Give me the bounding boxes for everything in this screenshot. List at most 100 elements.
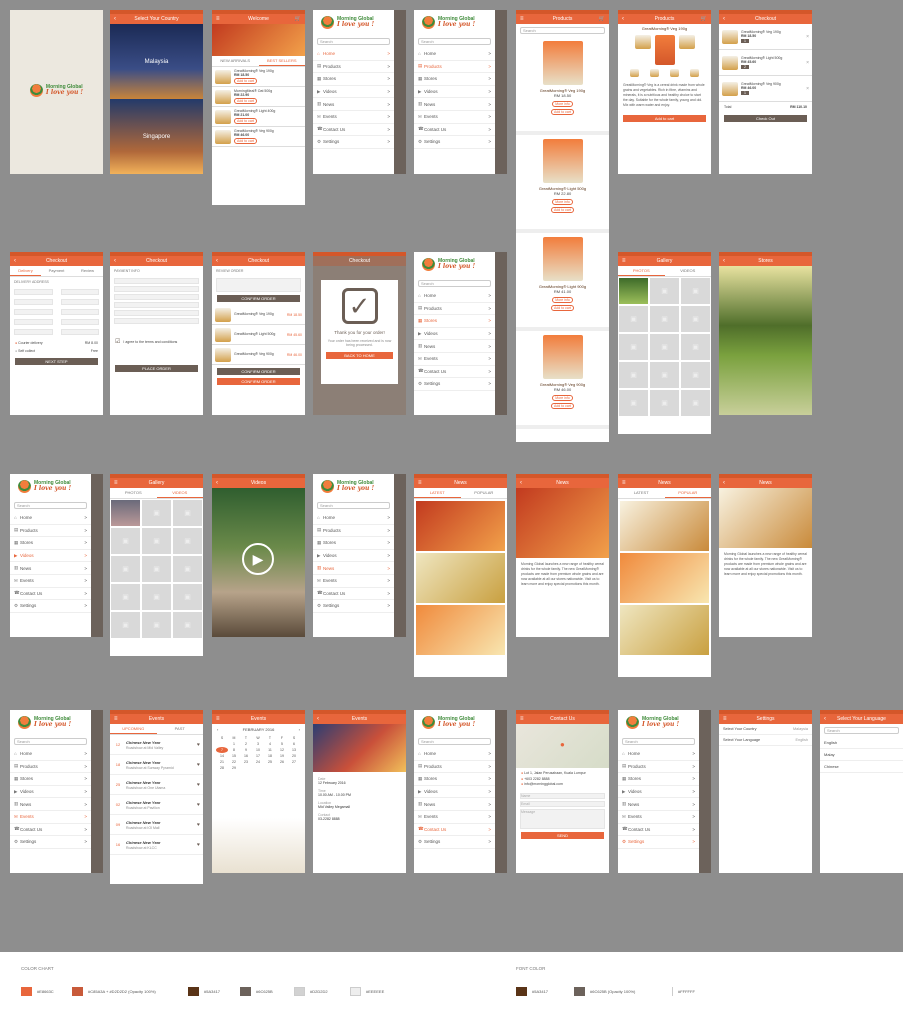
remove-icon[interactable]: × xyxy=(806,60,809,66)
message-field[interactable]: Message xyxy=(520,808,605,829)
event-row[interactable]: 09 Chinese New Year Roadshow at IOI Mall ♥ xyxy=(110,815,203,835)
card-field[interactable] xyxy=(114,278,199,284)
heart-icon[interactable]: ♥ xyxy=(197,802,200,808)
menu-item-settings[interactable]: ⚙ Settings > xyxy=(618,836,699,849)
video-frame[interactable]: ▶ xyxy=(212,488,305,637)
address-field[interactable] xyxy=(60,309,99,315)
gallery-tile[interactable]: ▣ xyxy=(172,583,203,611)
country-singapore[interactable]: Singapore xyxy=(110,99,203,174)
menu-item-stores[interactable]: ▦ Stores > xyxy=(414,773,495,786)
address-field[interactable] xyxy=(60,289,99,295)
name-field[interactable]: Name xyxy=(520,792,605,799)
menu-item-products[interactable]: ▤ Products > xyxy=(313,61,394,74)
content-shade[interactable] xyxy=(699,710,711,873)
step-review[interactable]: Review xyxy=(72,266,103,276)
event-row[interactable]: 25 Chinese New Year Roadshow at One Utama ♥ xyxy=(110,775,203,795)
search-input[interactable]: Search xyxy=(418,738,491,745)
gallery-tile[interactable]: ▣ xyxy=(172,499,203,527)
menu-icon[interactable]: ≡ xyxy=(418,480,422,486)
content-shade[interactable] xyxy=(91,474,103,637)
language-option[interactable]: English xyxy=(820,737,903,749)
search-input[interactable]: Search xyxy=(14,502,87,509)
menu-item-events[interactable]: ✉ Events > xyxy=(414,353,495,366)
add-to-cart-button[interactable]: Add to cart xyxy=(551,305,574,311)
card-field[interactable] xyxy=(114,318,199,324)
gallery-tile[interactable]: ▣ xyxy=(110,611,141,639)
settings-row[interactable]: Select Your Country Malaysia xyxy=(719,724,812,735)
search-input[interactable]: Search xyxy=(824,727,899,734)
menu-item-products[interactable]: ▤ Products > xyxy=(313,525,394,538)
menu-icon[interactable]: ≡ xyxy=(114,480,118,486)
menu-item-events[interactable]: ✉ Events > xyxy=(10,811,91,824)
menu-item-contact-us[interactable]: ☎ Contact Us > xyxy=(313,124,394,137)
menu-item-home[interactable]: ⌂ Home > xyxy=(10,512,91,525)
card-field[interactable] xyxy=(114,294,199,300)
tab-photos[interactable]: PHOTOS xyxy=(618,266,665,276)
tab-popular[interactable]: POPULAR xyxy=(664,488,711,498)
menu-item-contact-us[interactable]: ☎ Contact Us > xyxy=(618,824,699,837)
product-card[interactable]: GreatMorning® Veg 190g RM 18.50 More info A… xyxy=(516,37,609,135)
address-field[interactable] xyxy=(60,299,99,305)
product-row[interactable]: GreatMorning® Veg 900g RM 46.00 Add to car… xyxy=(212,127,305,147)
calendar-day[interactable]: 29 xyxy=(228,765,240,771)
back-icon[interactable]: ‹ xyxy=(216,480,218,486)
next-month-icon[interactable]: › xyxy=(299,727,300,732)
prev-month-icon[interactable]: ‹ xyxy=(217,727,218,732)
add-to-cart-button[interactable]: Add to cart xyxy=(623,114,706,122)
address-field[interactable] xyxy=(14,299,53,305)
heart-icon[interactable]: ♥ xyxy=(197,742,200,748)
menu-item-videos[interactable]: ▶ Videos > xyxy=(10,786,91,799)
heart-icon[interactable]: ♥ xyxy=(197,762,200,768)
back-icon[interactable]: ‹ xyxy=(317,716,319,722)
play-icon[interactable]: ▶ xyxy=(242,543,274,575)
place-order-button[interactable]: PLACE ORDER xyxy=(115,365,198,372)
menu-item-stores[interactable]: ▦ Stores > xyxy=(313,537,394,550)
menu-item-settings[interactable]: ⚙ Settings > xyxy=(414,836,495,849)
product-card[interactable]: GreatMorning® Veg 900g RM 46.00 More info A… xyxy=(516,331,609,429)
tab-new-arrivals[interactable]: NEW ARRIVALS xyxy=(212,56,259,66)
menu-item-settings[interactable]: ⚙ Settings > xyxy=(313,136,394,149)
address-field[interactable] xyxy=(14,309,53,315)
gallery-tile[interactable]: ▣ xyxy=(680,305,711,333)
cart-icon[interactable]: 🛒 xyxy=(295,16,301,22)
news-card[interactable] xyxy=(416,605,505,655)
tab-photos[interactable]: PHOTOS xyxy=(110,488,157,498)
news-card[interactable] xyxy=(620,605,709,655)
menu-item-settings[interactable]: ⚙ Settings > xyxy=(10,836,91,849)
thumbnail[interactable] xyxy=(629,69,639,77)
remove-icon[interactable]: × xyxy=(806,86,809,92)
menu-item-stores[interactable]: ▦ Stores > xyxy=(10,773,91,786)
next-step-button[interactable]: NEXT STEP xyxy=(15,358,98,365)
menu-item-events[interactable]: ✉ Events > xyxy=(414,111,495,124)
search-input[interactable]: Search xyxy=(520,27,605,34)
menu-item-home[interactable]: ⌂ Home > xyxy=(414,290,495,303)
menu-item-events[interactable]: ✉ Events > xyxy=(618,811,699,824)
contact-phone[interactable]: +603 2282 8888 xyxy=(524,777,549,781)
menu-item-contact-us[interactable]: ☎ Contact Us > xyxy=(414,824,495,837)
more-info-button[interactable]: More info xyxy=(552,101,573,107)
gallery-tile[interactable]: ▣ xyxy=(110,555,141,583)
menu-item-stores[interactable]: ▦ Stores > xyxy=(10,537,91,550)
menu-item-products[interactable]: ▤ Products > xyxy=(618,761,699,774)
menu-icon[interactable]: ≡ xyxy=(520,16,524,22)
cart-icon[interactable]: 🛒 xyxy=(599,16,605,22)
menu-icon[interactable]: ≡ xyxy=(114,716,118,722)
gallery-tile[interactable] xyxy=(110,499,141,527)
confirm-order-button[interactable]: CONFIRM ORDER xyxy=(217,368,300,375)
step-payment[interactable]: Payment xyxy=(41,266,72,276)
card-field[interactable] xyxy=(114,310,199,316)
product-card[interactable]: GreatMorning® Light 500g RM 22.80 More inf… xyxy=(516,135,609,233)
back-icon[interactable]: ‹ xyxy=(520,480,522,486)
gallery-tile[interactable]: ▣ xyxy=(618,389,649,417)
gallery-tile[interactable]: ▣ xyxy=(110,583,141,611)
content-shade[interactable] xyxy=(495,10,507,174)
menu-item-events[interactable]: ✉ Events > xyxy=(10,575,91,588)
gallery-tile[interactable]: ▣ xyxy=(680,361,711,389)
tab-popular[interactable]: POPULAR xyxy=(461,488,508,498)
remove-icon[interactable]: × xyxy=(806,34,809,40)
menu-item-news[interactable]: ▥ News > xyxy=(313,98,394,111)
menu-item-home[interactable]: ⌂ Home > xyxy=(313,512,394,525)
search-input[interactable]: Search xyxy=(418,280,491,287)
menu-item-products[interactable]: ▤ Products > xyxy=(10,761,91,774)
gallery-tile[interactable]: ▣ xyxy=(141,611,172,639)
